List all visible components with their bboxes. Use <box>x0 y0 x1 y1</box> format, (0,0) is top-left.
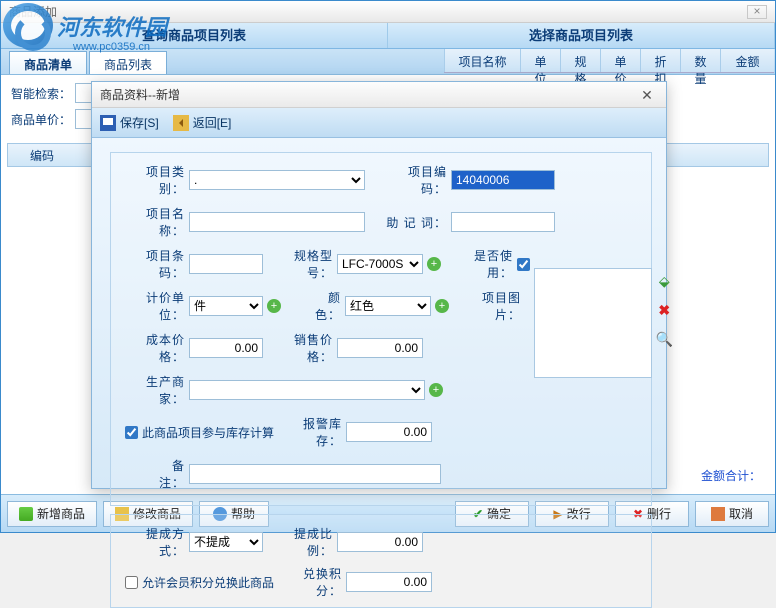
panel-header-right: 选择商品项目列表 <box>388 23 775 48</box>
back-button[interactable]: 返回[E] <box>173 114 232 131</box>
main-titlebar: 商品添加 × <box>1 1 775 23</box>
dialog-title-text: 商品资料--新增 <box>100 86 180 103</box>
save-button[interactable]: 保存[S] <box>100 114 159 131</box>
category-label: 项目类别： <box>121 163 185 197</box>
color-select[interactable]: 红色 <box>345 296 431 316</box>
code-input[interactable] <box>451 170 555 190</box>
amount-sum-label: 金额合计： <box>701 467 761 484</box>
col-amount: 金额 <box>720 49 774 72</box>
tab-product-list[interactable]: 商品清单 <box>9 51 87 74</box>
image-add-icon[interactable]: ⬙ <box>659 273 670 290</box>
maker-label: 生产商家： <box>121 373 185 407</box>
price-label: 商品单价： <box>11 111 71 128</box>
image-delete-icon[interactable]: ✖ <box>658 302 670 319</box>
unit-add-icon[interactable]: + <box>267 299 281 313</box>
main-title-text: 商品添加 <box>9 3 57 20</box>
spec-select[interactable]: LFC-7000S <box>337 254 423 274</box>
cancel-icon <box>711 507 725 521</box>
name-label: 项目名称： <box>121 205 185 239</box>
category-select[interactable]: . <box>189 170 365 190</box>
name-input[interactable] <box>189 212 365 232</box>
stock-calc-checkbox[interactable] <box>125 426 138 439</box>
remark-label: 备 注： <box>121 457 185 491</box>
col-discount: 折扣 <box>640 49 680 72</box>
new-product-button[interactable]: 新增商品 <box>7 501 97 527</box>
stock-calc-label: 此商品项目参与库存计算 <box>142 424 274 441</box>
alarm-input[interactable] <box>346 422 432 442</box>
mnemonic-label: 助 记 词： <box>383 214 447 231</box>
cancel-button[interactable]: 取消 <box>695 501 769 527</box>
save-icon <box>100 115 116 131</box>
color-add-icon[interactable]: + <box>435 299 449 313</box>
dialog-body: 项目类别： . 项目编码： 项目名称： 助 记 词： 项目条码： 规格型号： L… <box>92 138 666 488</box>
tab-product-items[interactable]: 商品列表 <box>89 51 167 74</box>
points-exchange-label: 允许会员积分兑换此商品 <box>142 574 274 591</box>
image-tools: ⬙ ✖ 🔍 <box>656 273 673 348</box>
image-zoom-icon[interactable]: 🔍 <box>656 331 673 348</box>
col-name: 项目名称 <box>444 49 520 72</box>
image-label: 项目图片： <box>459 289 521 323</box>
main-close-button[interactable]: × <box>747 5 767 19</box>
field-group-commission: 提成方式： 不提成 提成比例： 允许会员积分兑换此商品 兑换积分： <box>110 514 652 608</box>
maker-add-icon[interactable]: + <box>429 383 443 397</box>
commission-select[interactable]: 不提成 <box>189 532 263 552</box>
col-price: 单价 <box>600 49 640 72</box>
smart-search-label: 智能检索： <box>11 85 71 102</box>
dialog-titlebar: 商品资料--新增 ✕ <box>92 82 666 108</box>
spec-label: 规格型号： <box>273 247 333 281</box>
col-code: 编码 <box>30 147 54 164</box>
back-icon <box>173 115 189 131</box>
alarm-label: 报警库存： <box>282 415 342 449</box>
points-input[interactable] <box>346 572 432 592</box>
remark-input[interactable] <box>189 464 441 484</box>
cost-label: 成本价格： <box>121 331 185 365</box>
product-image-box: ⬙ ✖ 🔍 <box>534 268 652 378</box>
ratio-label: 提成比例： <box>273 525 333 559</box>
maker-select[interactable] <box>189 380 425 400</box>
col-spec: 规格 <box>560 49 600 72</box>
right-grid-header: 项目名称 单位 规格 单价 折扣 数量 金额 <box>444 49 774 73</box>
mnemonic-input[interactable] <box>451 212 555 232</box>
ratio-input[interactable] <box>337 532 423 552</box>
commission-label: 提成方式： <box>121 525 185 559</box>
unit-label: 计价单位： <box>121 289 185 323</box>
barcode-label: 项目条码： <box>121 247 185 281</box>
col-unit: 单位 <box>520 49 560 72</box>
color-label: 颜 色： <box>285 289 341 323</box>
field-group-main: 项目类别： . 项目编码： 项目名称： 助 记 词： 项目条码： 规格型号： L… <box>110 152 652 506</box>
unit-select[interactable]: 件 <box>189 296 263 316</box>
col-qty: 数量 <box>680 49 720 72</box>
enable-label: 是否使用： <box>451 247 513 281</box>
dialog-close-button[interactable]: ✕ <box>636 87 658 103</box>
add-icon <box>19 507 33 521</box>
code-label: 项目编码： <box>383 163 447 197</box>
panel-headers: 查询商品项目列表 选择商品项目列表 <box>1 23 775 49</box>
dialog-toolbar: 保存[S] 返回[E] <box>92 108 666 138</box>
product-dialog: 商品资料--新增 ✕ 保存[S] 返回[E] 项目类别： . 项目编码： 项目名… <box>91 81 667 489</box>
enable-checkbox[interactable] <box>517 258 530 271</box>
points-exchange-checkbox[interactable] <box>125 576 138 589</box>
sale-input[interactable] <box>337 338 423 358</box>
points-val-label: 兑换积分： <box>282 565 342 599</box>
cost-input[interactable] <box>189 338 263 358</box>
spec-add-icon[interactable]: + <box>427 257 441 271</box>
panel-header-left: 查询商品项目列表 <box>1 23 388 48</box>
barcode-input[interactable] <box>189 254 263 274</box>
sale-label: 销售价格： <box>273 331 333 365</box>
main-window: 商品添加 × 河东软件园 www.pc0359.cn 查询商品项目列表 选择商品… <box>0 0 776 533</box>
